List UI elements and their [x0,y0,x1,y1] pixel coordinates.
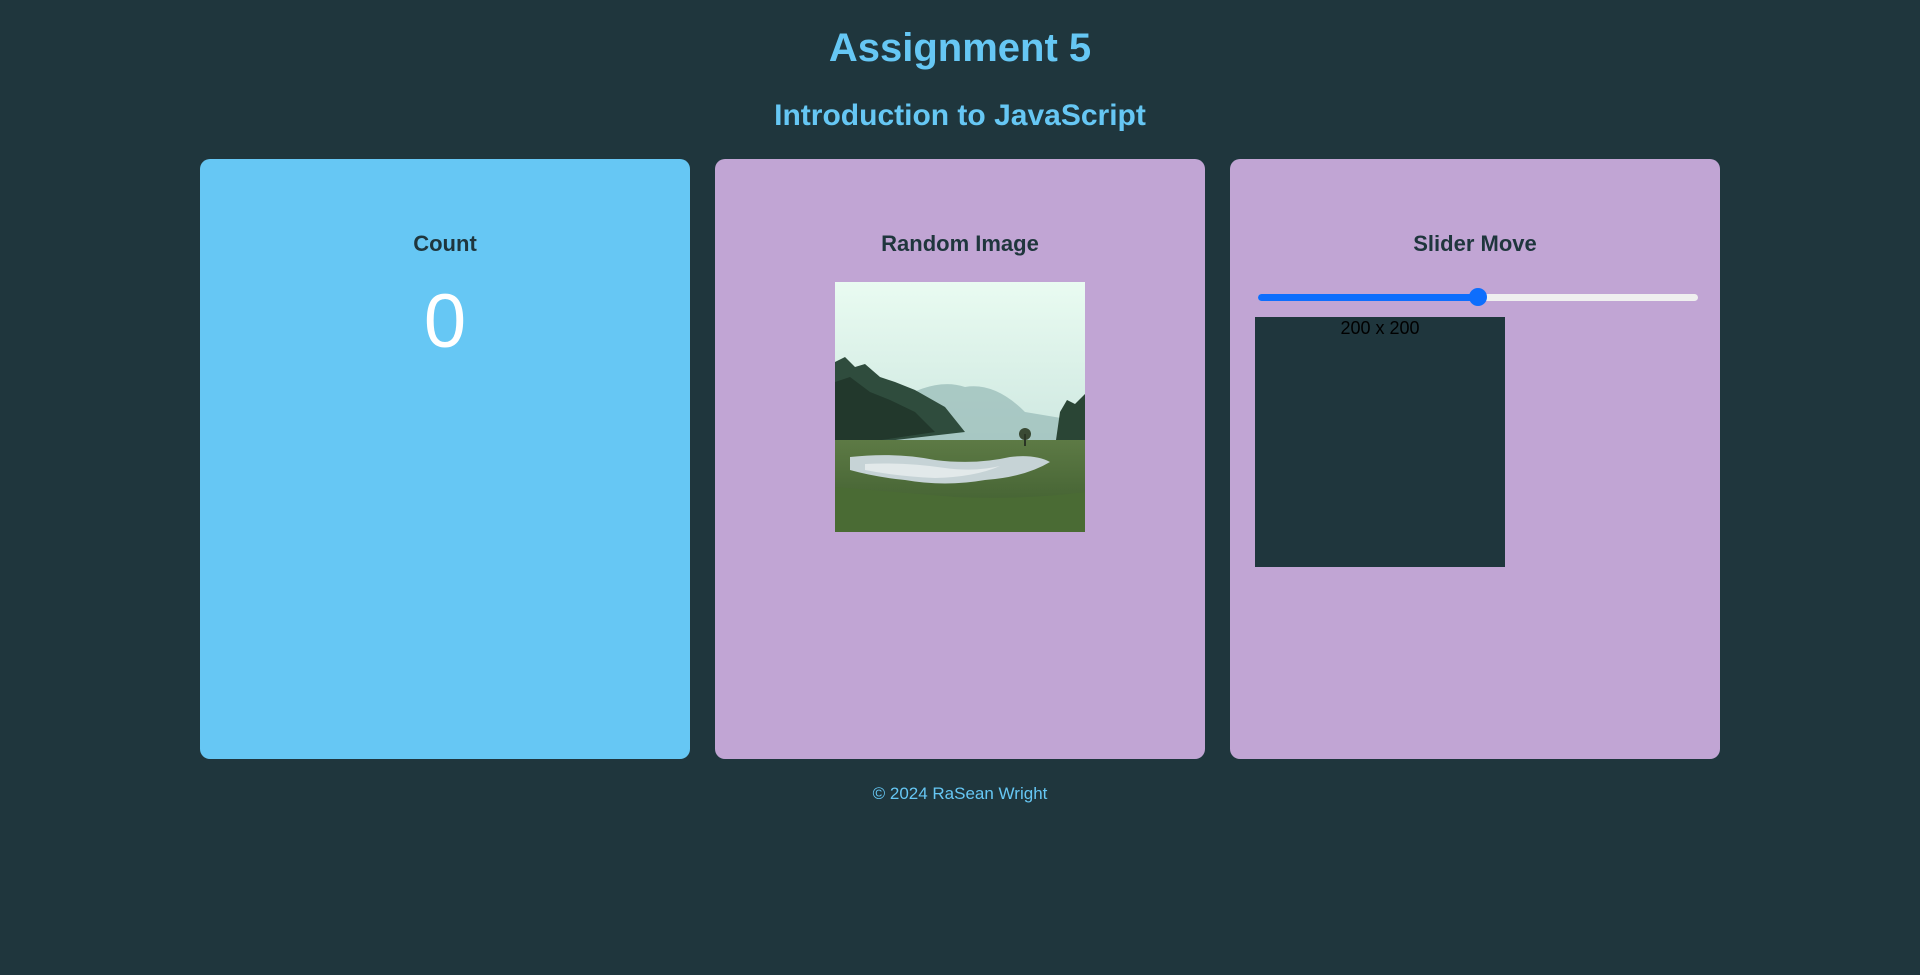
random-image-card: Random Image [715,159,1205,759]
count-card-title: Count [413,231,477,256]
random-image[interactable] [835,282,1085,532]
landscape-image [835,282,1085,532]
page-subtitle: Introduction to JavaScript [774,99,1146,132]
page: Assignment 5 Introduction to JavaScript … [0,0,1920,975]
slider-thumb[interactable] [1469,288,1487,306]
box-size-label: 200 x 200 [1340,318,1420,338]
count-card[interactable]: Count 0 [200,159,690,759]
slider-card-title: Slider Move [1413,231,1537,256]
random-image-card-title: Random Image [881,231,1039,256]
footer-copyright: © 2024 RaSean Wright [872,784,1048,803]
resizable-box: 200 x 200 [1255,317,1505,567]
cards-container: Count 0 Random Image Slider Move 200 x 2… [200,159,1720,759]
slider-card: Slider Move 200 x 200 [1230,159,1720,759]
slider-fill [1258,294,1478,301]
count-value: 0 [423,279,467,364]
page-title: Assignment 5 [828,26,1092,70]
size-slider[interactable] [1258,288,1698,306]
